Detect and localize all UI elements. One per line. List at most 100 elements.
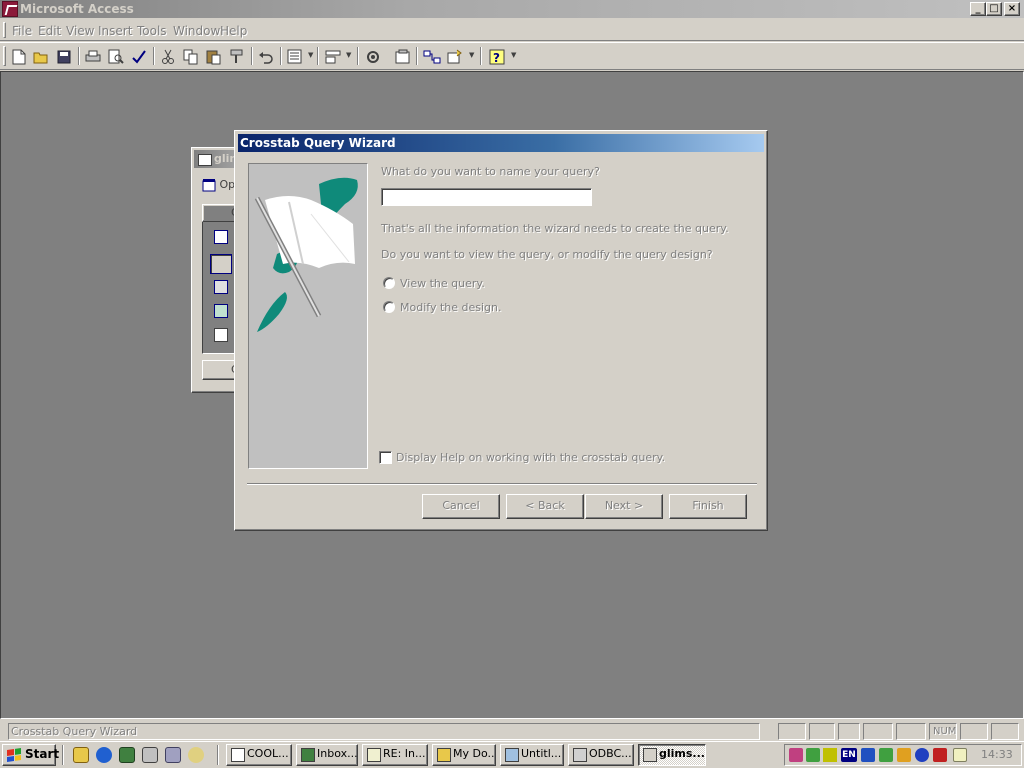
properties-icon[interactable] — [392, 46, 414, 68]
db-open-label: Op — [219, 178, 236, 191]
next-button[interactable]: Next > — [585, 494, 663, 519]
menu-file[interactable]: File — [12, 24, 32, 38]
new-object-dropdown-icon[interactable]: ▼ — [469, 51, 474, 59]
database-icon — [198, 154, 212, 166]
save-icon[interactable] — [53, 46, 75, 68]
wizard-titlebar[interactable]: Crosstab Query Wizard — [238, 134, 764, 152]
view-query-radio[interactable] — [383, 277, 395, 289]
new-object-icon[interactable] — [444, 46, 466, 68]
num-lock-indicator: NUM — [929, 723, 957, 740]
quicklaunch-desktop-icon[interactable] — [142, 747, 158, 763]
display-help-label[interactable]: Display Help on working with the crossta… — [396, 451, 665, 464]
cut-icon[interactable] — [157, 46, 179, 68]
volume-icon[interactable] — [823, 748, 837, 762]
tray-app-icon[interactable] — [789, 748, 803, 762]
toolbar-grip[interactable] — [3, 46, 6, 66]
database-toolbar: ▼ ▼ ▼ ? ▼ — [0, 42, 1024, 70]
close-button[interactable]: × — [1004, 2, 1020, 16]
window-icon — [231, 748, 245, 762]
paste-icon[interactable] — [203, 46, 225, 68]
menu-insert[interactable]: Insert — [98, 24, 132, 38]
help-dropdown-icon[interactable]: ▼ — [511, 51, 516, 59]
analyze-dropdown-icon[interactable]: ▼ — [346, 51, 351, 59]
folder-icon — [437, 748, 451, 762]
pages-object-icon[interactable] — [214, 328, 228, 342]
tray-shield-icon[interactable] — [861, 748, 875, 762]
copy-icon[interactable] — [180, 46, 202, 68]
help-icon[interactable]: ? — [486, 46, 508, 68]
toolbar-separator — [416, 47, 418, 65]
tray-network-icon[interactable] — [806, 748, 820, 762]
menu-bar: File Edit View Insert Tools Window Help — [0, 19, 1024, 41]
task-button-cool[interactable]: COOL... — [226, 744, 292, 766]
minimize-button[interactable]: _ — [970, 2, 986, 16]
wizard-illustration — [248, 163, 368, 469]
open-icon[interactable] — [30, 46, 52, 68]
modify-design-label[interactable]: Modify the design. — [400, 301, 501, 314]
start-button[interactable]: Start — [2, 744, 59, 766]
status-cell-5 — [896, 723, 926, 740]
quicklaunch-tools-icon[interactable] — [188, 747, 204, 763]
task-button-re-in[interactable]: RE: In... — [362, 744, 428, 766]
analyze-icon[interactable] — [322, 46, 344, 68]
queries-object-icon[interactable] — [210, 254, 232, 274]
reports-object-icon[interactable] — [214, 304, 228, 318]
task-label: glims... — [659, 747, 705, 760]
language-indicator[interactable]: EN — [841, 748, 857, 762]
odbc-icon — [573, 748, 587, 762]
office-links-icon[interactable] — [284, 46, 306, 68]
menu-edit[interactable]: Edit — [38, 24, 61, 38]
forms-object-icon[interactable] — [214, 280, 228, 294]
menubar-grip[interactable] — [3, 22, 6, 38]
finish-button[interactable]: Finish — [669, 494, 747, 519]
quicklaunch-outlook-icon[interactable] — [119, 747, 135, 763]
modify-design-radio[interactable] — [383, 301, 395, 313]
task-button-inbox[interactable]: Inbox... — [296, 744, 358, 766]
toolbar-separator — [317, 47, 319, 65]
toolbar-separator — [251, 47, 253, 65]
back-button[interactable]: < Back — [506, 494, 584, 519]
taskbar-clock[interactable]: 14:33 — [981, 748, 1013, 761]
print-icon[interactable] — [82, 46, 104, 68]
task-button-untitled[interactable]: Untitl... — [500, 744, 564, 766]
view-query-label[interactable]: View the query. — [400, 277, 485, 290]
tray-antivirus-icon[interactable] — [915, 748, 929, 762]
spelling-icon[interactable] — [128, 46, 150, 68]
task-label: RE: In... — [383, 747, 426, 760]
tray-mail-icon[interactable] — [953, 748, 967, 762]
tray-alert-icon[interactable] — [933, 748, 947, 762]
new-icon[interactable] — [8, 46, 30, 68]
task-button-my-documents[interactable]: My Do... — [432, 744, 496, 766]
code-icon[interactable] — [362, 46, 384, 68]
format-painter-icon[interactable] — [226, 46, 248, 68]
quicklaunch-network-icon[interactable] — [165, 747, 181, 763]
tray-sync-icon[interactable] — [897, 748, 911, 762]
menu-window[interactable]: Window — [173, 24, 220, 38]
access-app-icon[interactable] — [2, 1, 18, 17]
menu-help[interactable]: Help — [220, 24, 247, 38]
task-button-odbc[interactable]: ODBC... — [568, 744, 634, 766]
office-links-dropdown-icon[interactable]: ▼ — [308, 51, 313, 59]
toolbar-separator — [480, 47, 482, 65]
print-preview-icon[interactable] — [105, 46, 127, 68]
task-label: ODBC... — [589, 747, 632, 760]
app-titlebar[interactable]: Microsoft Access _ □ × — [0, 0, 1024, 18]
query-name-input[interactable] — [381, 188, 592, 206]
task-button-glims[interactable]: glims... — [638, 744, 706, 766]
display-help-checkbox[interactable] — [379, 451, 392, 464]
windows-logo-icon — [7, 748, 21, 762]
relationships-icon[interactable] — [421, 46, 443, 68]
maximize-button[interactable]: □ — [986, 2, 1002, 16]
cancel-button[interactable]: Cancel — [422, 494, 500, 519]
quicklaunch-explorer-icon[interactable] — [73, 747, 89, 763]
app-title: Microsoft Access — [20, 2, 134, 16]
wizard-info-text: That's all the information the wizard ne… — [381, 222, 729, 235]
quicklaunch-ie-icon[interactable] — [96, 747, 112, 763]
status-cell-2 — [809, 723, 835, 740]
tray-check-icon[interactable] — [879, 748, 893, 762]
undo-icon[interactable] — [255, 46, 277, 68]
tables-object-icon[interactable] — [214, 230, 228, 244]
menu-tools[interactable]: Tools — [137, 24, 167, 38]
menu-view[interactable]: View — [66, 24, 94, 38]
toolbar-separator — [357, 47, 359, 65]
